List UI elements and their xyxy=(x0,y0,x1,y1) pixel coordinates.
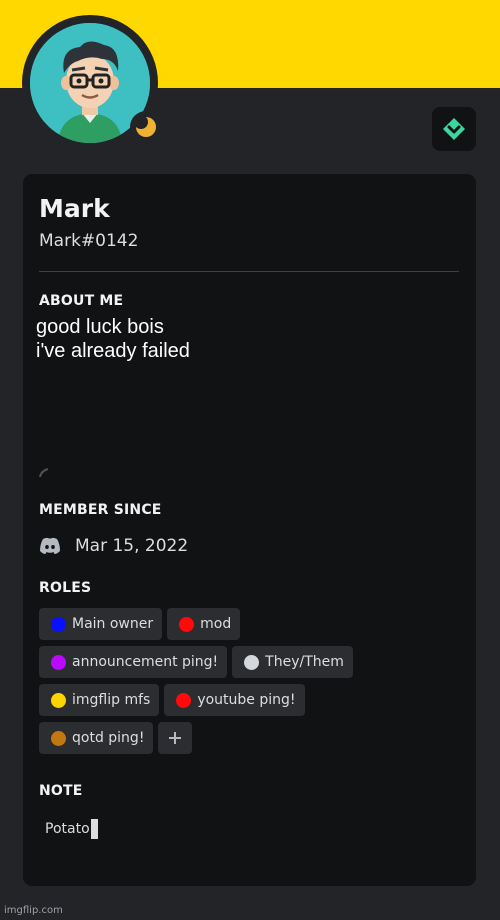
role-label: mod xyxy=(200,616,232,632)
member-since-row: Mar 15, 2022 xyxy=(39,534,188,558)
role-pill[interactable]: mod xyxy=(167,608,241,640)
note-heading: NOTE xyxy=(39,783,83,799)
resize-corner-icon xyxy=(39,468,49,478)
role-label: They/Them xyxy=(265,654,344,670)
roles-list: Main owner mod announcement ping! They/T… xyxy=(39,608,459,760)
about-me-line: i've already failed xyxy=(36,340,190,362)
divider xyxy=(39,271,459,272)
role-color-dot[interactable] xyxy=(51,616,66,632)
display-name: Mark xyxy=(39,194,110,223)
text-caret xyxy=(90,819,98,839)
role-color-dot[interactable] xyxy=(51,692,66,708)
role-color-dot[interactable] xyxy=(244,654,260,670)
role-label: imgflip mfs xyxy=(72,692,151,708)
nitro-badge[interactable] xyxy=(432,107,476,151)
about-me-heading: ABOUT ME xyxy=(39,293,124,309)
roles-row: announcement ping! They/Them xyxy=(39,646,459,678)
role-color-dot[interactable] xyxy=(179,616,195,632)
hypesquad-balance-icon xyxy=(443,118,465,140)
note-text: Potato xyxy=(45,821,90,837)
discord-logo-icon xyxy=(40,537,60,554)
role-label: Main owner xyxy=(72,616,154,632)
role-pill[interactable]: announcement ping! xyxy=(39,646,228,678)
profile-card: Mark Mark#0142 ABOUT ME good luck bois i… xyxy=(23,174,476,886)
status-indicator[interactable] xyxy=(130,111,162,143)
role-label: youtube ping! xyxy=(197,692,296,708)
about-me-text: good luck bois i've already failed xyxy=(36,315,190,363)
role-color-dot[interactable] xyxy=(51,730,66,746)
role-pill[interactable]: They/Them xyxy=(232,646,353,678)
idle-moon-icon xyxy=(134,115,156,137)
note-input[interactable]: Potato xyxy=(39,814,459,844)
plus-icon xyxy=(169,732,182,744)
role-pill[interactable]: Main owner xyxy=(39,608,163,640)
role-color-dot[interactable] xyxy=(51,654,66,670)
imgflip-watermark: imgflip.com xyxy=(4,905,63,916)
member-since-date: Mar 15, 2022 xyxy=(75,536,189,556)
roles-row: qotd ping! xyxy=(39,722,459,754)
add-role-button[interactable] xyxy=(158,722,193,754)
role-label: qotd ping! xyxy=(72,730,145,746)
role-color-dot[interactable] xyxy=(176,692,192,708)
role-label: announcement ping! xyxy=(72,654,219,670)
avatar-frame xyxy=(22,15,162,151)
username[interactable]: Mark#0142 xyxy=(39,231,138,251)
roles-row: Main owner mod xyxy=(39,608,459,640)
roles-heading: ROLES xyxy=(39,580,92,596)
role-pill[interactable]: qotd ping! xyxy=(39,722,154,754)
role-pill[interactable]: imgflip mfs xyxy=(39,684,160,716)
roles-row: imgflip mfs youtube ping! xyxy=(39,684,459,716)
member-since-heading: MEMBER SINCE xyxy=(39,502,162,518)
role-pill[interactable]: youtube ping! xyxy=(164,684,305,716)
about-me-line: good luck bois xyxy=(36,316,164,338)
